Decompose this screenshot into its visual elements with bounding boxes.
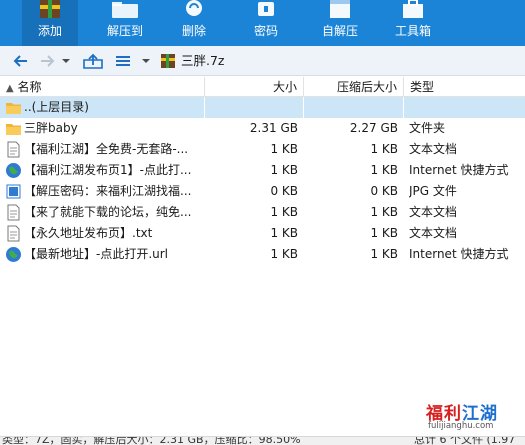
file-list: ..(上层目录) 三胖baby 2.31 GB 2.27 GB 文件夹 【福利江… [0, 97, 525, 265]
list-item[interactable]: 【永久地址发布页】.txt 1 KB 1 KB 文本文档 [0, 223, 525, 244]
add-archive-icon [40, 0, 60, 18]
list-item[interactable]: 【福利江湖发布页1】-点此打... 1 KB 1 KB Internet 快捷方… [0, 160, 525, 181]
list-item[interactable]: 三胖baby 2.31 GB 2.27 GB 文件夹 [0, 118, 525, 139]
sort-up-icon: ▲ [6, 83, 14, 94]
column-name-label: 名称 [17, 80, 42, 94]
file-name: 【解压密码：来福利江湖找福... [24, 184, 192, 198]
file-type: Internet 快捷方式 [409, 163, 509, 177]
forward-arrow-icon[interactable] [38, 52, 56, 70]
column-divider [204, 97, 205, 118]
status-bar: 类型：7Z，固实，解压后大小：2.31 GB，压缩比：98.50% 总计 6 个… [0, 436, 525, 445]
self-extract-label: 自解压 [321, 24, 358, 38]
file-size: 1 KB [270, 163, 298, 177]
history-dropdown-icon[interactable] [60, 52, 72, 70]
add-button[interactable]: 添加 [22, 0, 78, 46]
watermark-url: fulijianghu.com [428, 421, 494, 431]
file-size: 1 KB [270, 247, 298, 261]
archive-info: 类型：7Z，固实，解压后大小：2.31 GB，压缩比：98.50% [2, 436, 301, 445]
column-divider [403, 97, 404, 118]
column-size[interactable]: 大小 [205, 77, 304, 97]
column-header: ▲ 名称 大小 压缩后大小 类型 [0, 77, 525, 97]
column-divider [303, 97, 304, 118]
file-packed-size: 1 KB [370, 142, 398, 156]
image-file-icon [6, 184, 21, 199]
file-packed-size: 1 KB [370, 247, 398, 261]
self-extract-icon [330, 0, 350, 18]
list-item[interactable]: 【解压密码：来福利江湖找福... 0 KB 0 KB JPG 文件 [0, 181, 525, 202]
file-name: 【福利江湖】全免费-无套路-... [24, 142, 189, 156]
delete-label: 删除 [181, 24, 206, 38]
file-type: 文本文档 [409, 142, 458, 156]
column-packed-size[interactable]: 压缩后大小 [304, 77, 404, 97]
file-packed-size: 1 KB [370, 226, 398, 240]
list-item[interactable]: 【福利江湖】全免费-无套路-... 1 KB 1 KB 文本文档 [0, 139, 525, 160]
delete-button[interactable]: 删除 [170, 0, 218, 46]
column-type[interactable]: 类型 [404, 77, 525, 97]
add-label: 添加 [37, 24, 62, 38]
toolbox-label: 工具箱 [394, 24, 431, 38]
text-file-icon [7, 204, 20, 221]
extract-icon [112, 2, 138, 18]
file-size: 1 KB [270, 226, 298, 240]
list-item[interactable]: 【最新地址】-点此打开.url 1 KB 1 KB Internet 快捷方式 [0, 244, 525, 265]
extract-to-button[interactable]: 解压到 [96, 0, 154, 46]
file-packed-size: 1 KB [370, 205, 398, 219]
file-name: 【来了就能下载的论坛，纯免... [24, 205, 192, 219]
file-name: 【最新地址】-点此打开.url [24, 247, 169, 261]
watermark-logo: 福利江湖 fulijianghu.com [420, 395, 525, 435]
key-icon [258, 2, 274, 16]
folder-icon [6, 124, 21, 135]
file-size: 0 KB [270, 184, 298, 198]
file-size: 2.31 GB [249, 121, 298, 135]
self-extract-button[interactable]: 自解压 [312, 0, 368, 46]
file-type: JPG 文件 [409, 184, 457, 198]
globe-icon [6, 247, 21, 262]
file-type: 文本文档 [409, 226, 458, 240]
globe-icon [6, 163, 21, 178]
archive-path[interactable]: 三胖.7z [181, 52, 225, 70]
toolbox-button[interactable]: 工具箱 [385, 0, 441, 46]
up-folder-icon[interactable] [82, 52, 104, 70]
file-type: Internet 快捷方式 [409, 247, 509, 261]
folder-icon [6, 103, 21, 114]
file-packed-size: 2.27 GB [349, 121, 398, 135]
list-item-parent-directory[interactable]: ..(上层目录) [0, 97, 525, 118]
text-file-icon [7, 141, 20, 158]
password-button[interactable]: 密码 [242, 0, 290, 46]
file-type: 文本文档 [409, 205, 458, 219]
extract-to-label: 解压到 [106, 24, 143, 38]
file-type: 文件夹 [409, 121, 446, 135]
file-packed-size: 0 KB [370, 184, 398, 198]
archive-file-icon [161, 54, 175, 68]
column-name[interactable]: ▲ 名称 [0, 77, 205, 97]
toolbar: 添加 解压到 删除 密码 自解压 工具箱 [0, 0, 525, 46]
file-name: ..(上层目录) [24, 100, 89, 114]
file-size: 1 KB [270, 142, 298, 156]
file-name: 【永久地址发布页】.txt [24, 226, 153, 240]
password-label: 密码 [253, 24, 278, 38]
file-name: 【福利江湖发布页1】-点此打... [24, 163, 192, 177]
file-name: 三胖baby [24, 121, 78, 135]
file-size: 1 KB [270, 205, 298, 219]
file-count: 总计 6 个文件 (1.97 [414, 436, 516, 445]
view-dropdown-icon[interactable] [140, 52, 152, 70]
toolbox-icon [403, 0, 423, 18]
file-packed-size: 1 KB [370, 163, 398, 177]
list-item[interactable]: 【来了就能下载的论坛，纯免... 1 KB 1 KB 文本文档 [0, 202, 525, 223]
view-list-icon[interactable] [114, 52, 132, 70]
text-file-icon [7, 225, 20, 242]
back-arrow-icon[interactable] [12, 52, 30, 70]
address-bar: 三胖.7z [0, 46, 525, 76]
recycle-icon [186, 0, 202, 16]
